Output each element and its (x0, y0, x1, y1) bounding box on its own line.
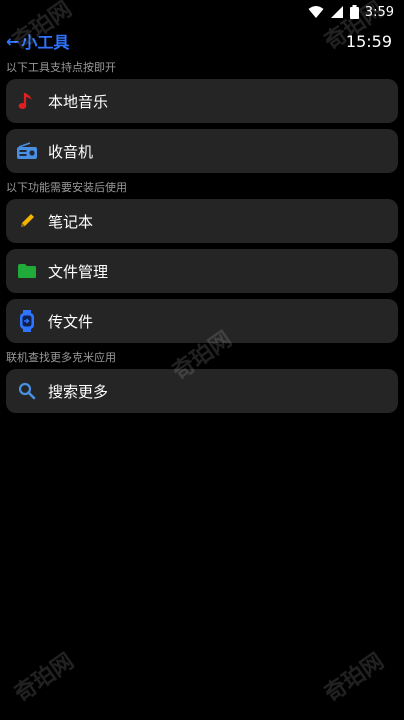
battery-icon (349, 5, 359, 19)
music-note-icon (16, 90, 38, 112)
item-notebook[interactable]: 笔记本 (6, 199, 398, 243)
back-arrow-icon: ← (6, 31, 20, 51)
clock: 15:59 (345, 31, 392, 51)
item-label: 本地音乐 (48, 92, 109, 111)
page-title: 小工具 (21, 33, 70, 52)
item-local-music[interactable]: 本地音乐 (6, 79, 398, 123)
folder-icon (16, 260, 38, 282)
watch-transfer-icon (16, 310, 38, 332)
item-label: 传文件 (48, 312, 94, 331)
item-transfer-files[interactable]: 传文件 (6, 299, 398, 343)
radio-icon (16, 140, 38, 162)
watermark: 奇珀网 (320, 648, 389, 708)
back-button[interactable]: ← 小工具 (6, 29, 69, 53)
section-label-find-more: 联机查找更多克米应用 (6, 351, 116, 364)
item-label: 搜索更多 (48, 382, 109, 401)
pencil-icon (16, 210, 38, 232)
item-search-more[interactable]: 搜索更多 (6, 369, 398, 413)
item-radio[interactable]: 收音机 (6, 129, 398, 173)
section-label-install-required: 以下功能需要安装后使用 (6, 181, 127, 194)
search-icon (16, 380, 38, 402)
app-bar: ← 小工具 15:59 (0, 28, 404, 54)
signal-icon (330, 5, 344, 19)
item-file-manager[interactable]: 文件管理 (6, 249, 398, 293)
status-time: 3:59 (364, 4, 394, 20)
watermark: 奇珀网 (10, 648, 79, 708)
item-label: 收音机 (48, 142, 94, 161)
item-label: 笔记本 (48, 212, 94, 231)
status-bar: 3:59 (0, 0, 404, 24)
item-label: 文件管理 (48, 262, 109, 281)
section-label-quick-tools: 以下工具支持点按即开 (6, 61, 116, 74)
wifi-icon (308, 5, 324, 19)
